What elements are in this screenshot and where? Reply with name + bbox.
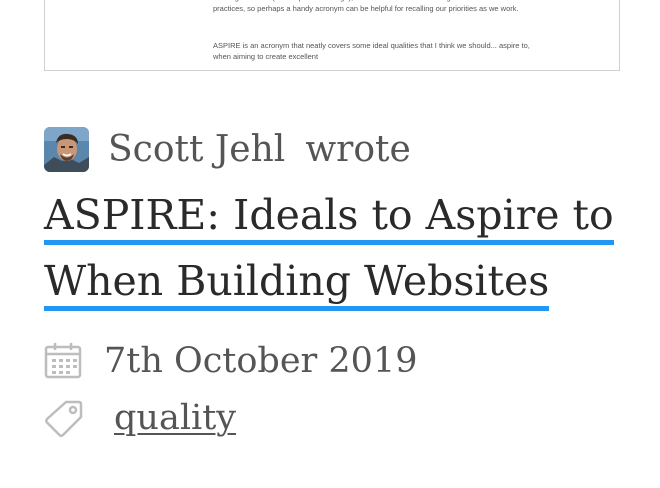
calendar-icon bbox=[44, 341, 84, 381]
post-preview-image[interactable]: building of others (like responsive desi… bbox=[44, 0, 620, 71]
post-tag-row: quality bbox=[44, 395, 236, 441]
author-photo bbox=[44, 127, 89, 172]
tag-link-quality[interactable]: quality bbox=[114, 398, 236, 438]
author-name[interactable]: Scott Jehl bbox=[108, 129, 285, 170]
post-title-link[interactable]: ASPIRE: Ideals to Aspire to When Buildin… bbox=[44, 191, 614, 311]
post-date: 7th October 2019 bbox=[104, 341, 418, 381]
post-date-row: 7th October 2019 bbox=[44, 338, 417, 384]
tag-icon bbox=[44, 398, 84, 438]
post-title: ASPIRE: Ideals to Aspire to When Buildin… bbox=[44, 182, 644, 314]
author-action: wrote bbox=[305, 128, 411, 170]
preview-paragraph: ASPIRE is an acronym that neatly covers … bbox=[213, 41, 530, 61]
author-line: Scott Jehl wrote bbox=[108, 124, 411, 174]
preview-paragraph: building of others (like responsive desi… bbox=[213, 0, 528, 13]
avatar[interactable] bbox=[44, 127, 89, 172]
